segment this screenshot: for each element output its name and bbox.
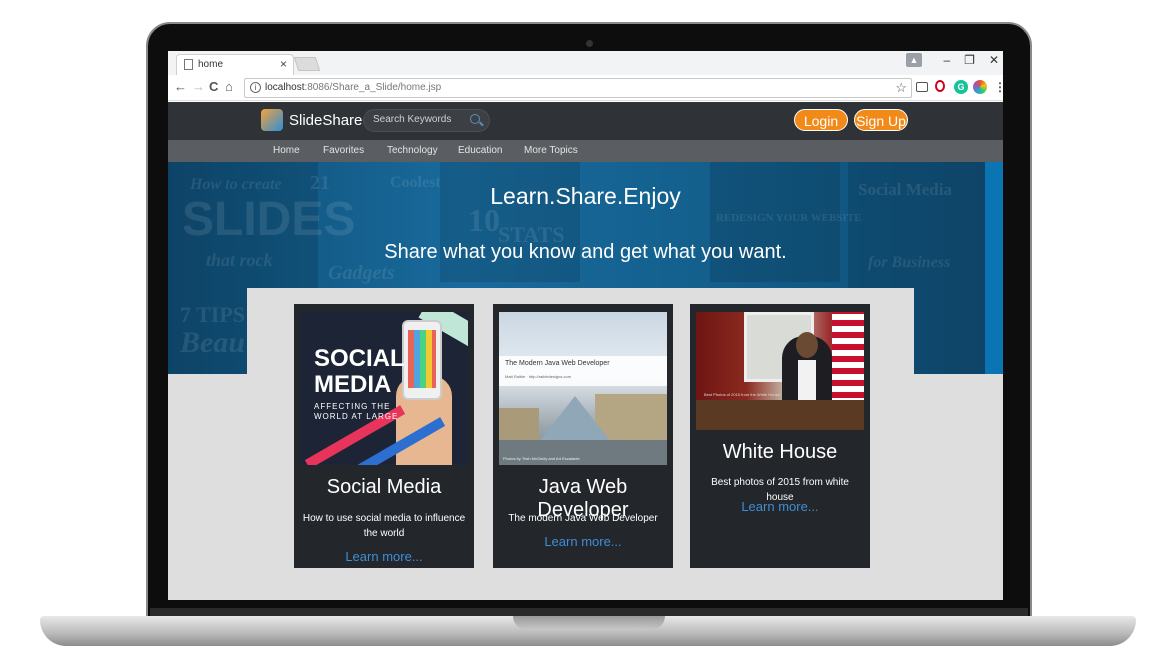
- thumb-author: Matt Raible · http://raibledesigns.com: [505, 374, 572, 379]
- ground-shape: [499, 440, 667, 465]
- hero-title: Learn.Share.Enjoy: [490, 183, 681, 209]
- desk-shape: [696, 400, 864, 430]
- person-shirt: [798, 360, 816, 400]
- category-nav: Home Favorites Technology Education More…: [168, 140, 1003, 162]
- back-icon[interactable]: ←: [174, 79, 187, 94]
- tab-bar: home × ▲ – ❐ ✕: [168, 51, 1003, 75]
- info-icon[interactable]: i: [250, 82, 261, 93]
- card-thumbnail[interactable]: The Modern Java Web Developer Matt Raibl…: [499, 312, 667, 465]
- laptop-hinge: [150, 608, 1028, 616]
- restore-icon[interactable]: ❐: [964, 53, 975, 67]
- site-header: SlideShare Login Sign Up: [168, 102, 1003, 140]
- new-tab-button[interactable]: [293, 57, 321, 71]
- hero-bg-text: 7 TIPS: [180, 302, 246, 327]
- tab-title: home: [198, 59, 224, 70]
- card-title: White House: [722, 441, 838, 463]
- tab-close-icon[interactable]: ×: [280, 57, 287, 71]
- slideshare-logo-icon[interactable]: [261, 109, 283, 131]
- laptop-notch: [513, 616, 665, 630]
- minimize-icon[interactable]: –: [943, 53, 950, 67]
- search-input[interactable]: [373, 114, 463, 125]
- hero-edge-stripe: [985, 162, 1003, 374]
- profile-icon[interactable]: ▲: [906, 53, 922, 67]
- browser-tab[interactable]: home ×: [176, 54, 294, 75]
- home-icon[interactable]: ⌂: [225, 79, 233, 94]
- webcam: [586, 40, 593, 47]
- learn-more-link[interactable]: Learn more...: [690, 499, 870, 514]
- bookmark-star-icon[interactable]: ☆: [895, 80, 907, 96]
- hero-bg-text: REDESIGN YOUR WEBSITE: [716, 212, 862, 224]
- grammarly-icon[interactable]: G: [954, 80, 968, 94]
- card-java-web-developer[interactable]: The Modern Java Web Developer Matt Raibl…: [493, 304, 673, 568]
- card-description: How to use social media to influence the…: [302, 513, 466, 539]
- card-thumbnail[interactable]: SOCIAL MEDIA AFFECTING THE WORLD AT LARG…: [300, 312, 468, 465]
- laptop-frame: home × ▲ – ❐ ✕ ← → C ⌂ i localhost:8086/…: [0, 0, 1171, 666]
- forward-icon[interactable]: →: [192, 79, 205, 94]
- learn-more-link[interactable]: Learn more...: [493, 534, 673, 549]
- thumb-credit: Photos by Trish McGinity and Art Escalan…: [503, 456, 580, 461]
- signup-button[interactable]: Sign Up: [854, 109, 908, 131]
- card-description: The modern Java Web Developer: [508, 513, 658, 524]
- url-text: localhost:8086/Share_a_Slide/home.jsp: [265, 82, 442, 93]
- learn-more-link[interactable]: Learn more...: [294, 549, 474, 564]
- nav-item-home[interactable]: Home: [273, 145, 300, 156]
- thumb-subheading: AFFECTING THE WORLD AT LARGE: [314, 402, 399, 421]
- hero-bg-text: Gadgets: [328, 262, 395, 284]
- building-shape: [499, 408, 539, 442]
- page-icon: [184, 59, 193, 70]
- hero-subtitle: Share what you know and get what you wan…: [384, 241, 787, 263]
- pyramid-shape: [539, 396, 611, 442]
- browser-toolbar: ← → C ⌂ i localhost:8086/Share_a_Slide/h…: [168, 75, 1003, 101]
- nav-item-technology[interactable]: Technology: [387, 145, 438, 156]
- menu-icon[interactable]: ⋮: [994, 80, 1003, 94]
- cast-icon[interactable]: [916, 82, 928, 92]
- nav-item-favorites[interactable]: Favorites: [323, 145, 364, 156]
- color-icon[interactable]: [973, 80, 987, 94]
- thumb-heading: SOCIAL MEDIA: [314, 345, 405, 398]
- nav-item-education[interactable]: Education: [458, 145, 502, 156]
- phone-icon: [402, 320, 442, 400]
- thumb-caption: Best Photos of 2015 from the White House: [704, 392, 780, 397]
- nav-item-more-topics[interactable]: More Topics: [524, 145, 578, 156]
- thumb-title: The Modern Java Web Developer: [505, 360, 610, 367]
- window-controls: – ❐ ✕: [943, 53, 999, 67]
- person-head: [796, 332, 818, 358]
- browser-window: home × ▲ – ❐ ✕ ← → C ⌂ i localhost:8086/…: [168, 51, 1003, 600]
- address-bar[interactable]: i localhost:8086/Share_a_Slide/home.jsp …: [244, 78, 912, 98]
- close-window-icon[interactable]: ✕: [989, 53, 999, 67]
- reload-icon[interactable]: C: [209, 79, 218, 94]
- opera-icon[interactable]: [935, 80, 945, 92]
- hero-bg-text: Beau: [180, 326, 246, 359]
- card-white-house[interactable]: Best Photos of 2015 from the White House…: [690, 304, 870, 568]
- card-title: Social Media: [326, 476, 442, 498]
- card-thumbnail[interactable]: Best Photos of 2015 from the White House: [696, 312, 864, 430]
- search-icon[interactable]: [470, 114, 480, 124]
- site-logo-text[interactable]: SlideShare: [289, 112, 362, 129]
- login-button[interactable]: Login: [794, 109, 848, 131]
- search-box: [363, 109, 490, 132]
- card-social-media[interactable]: SOCIAL MEDIA AFFECTING THE WORLD AT LARG…: [294, 304, 474, 568]
